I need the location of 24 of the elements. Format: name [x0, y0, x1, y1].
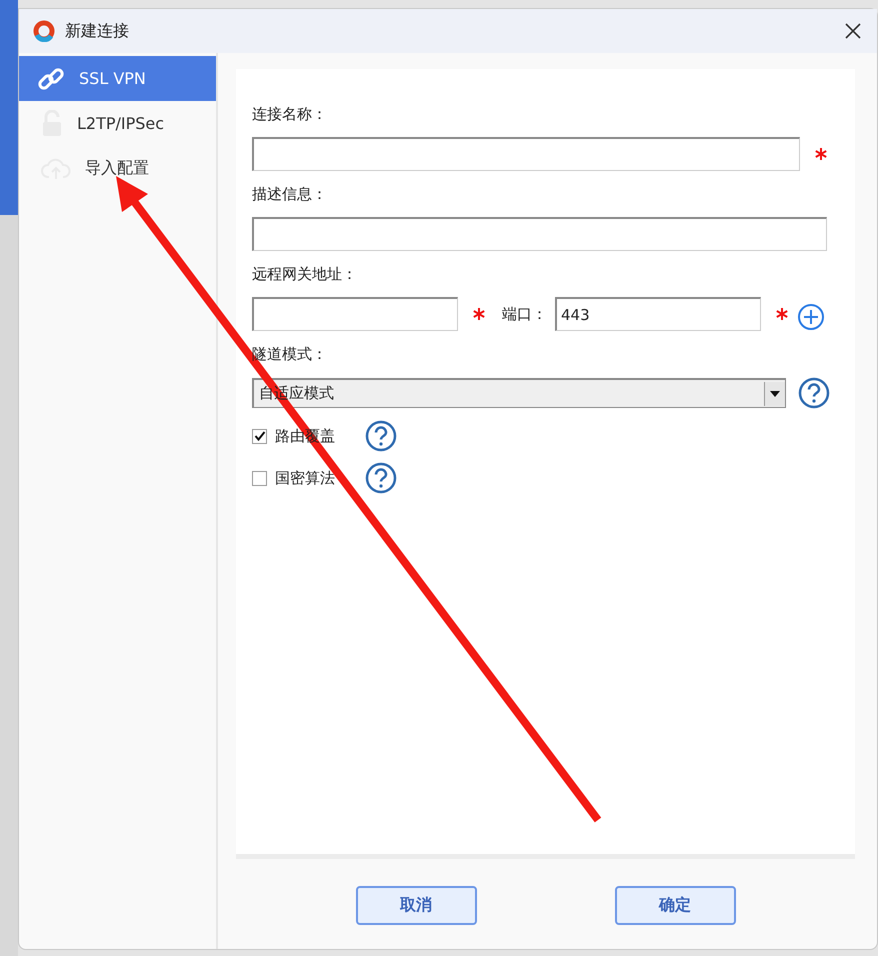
add-icon[interactable] — [797, 303, 825, 331]
input-field[interactable] — [252, 137, 800, 171]
window-title: 新建连接 — [65, 20, 130, 42]
field-label: 端口： — [502, 304, 547, 325]
app-logo-icon — [33, 20, 55, 42]
input-field[interactable]: 443 — [555, 297, 761, 331]
help-icon[interactable] — [365, 420, 397, 452]
input-field[interactable] — [252, 297, 458, 331]
sidebar-item[interactable]: SSL VPN — [19, 56, 216, 101]
dialog-button[interactable]: 确定 — [614, 886, 736, 925]
checkbox[interactable] — [252, 470, 267, 486]
dialog-button[interactable]: 取消 — [356, 886, 476, 925]
field-label: 隧道模式： — [252, 345, 327, 363]
checkbox-label: 国密算法 — [275, 468, 335, 488]
field-label: 远程网关地址： — [252, 265, 357, 283]
input-field[interactable] — [252, 217, 827, 251]
help-icon[interactable] — [365, 462, 397, 494]
caret-icon — [770, 390, 780, 396]
help-icon[interactable] — [798, 377, 830, 409]
field-label: 连接名称： — [252, 105, 327, 123]
field-label: 描述信息： — [252, 185, 327, 203]
sidebar-item[interactable]: L2TP/IPSec — [19, 101, 216, 146]
checkbox[interactable] — [252, 428, 267, 444]
sidebar-item[interactable]: 导入配置 — [19, 146, 216, 191]
